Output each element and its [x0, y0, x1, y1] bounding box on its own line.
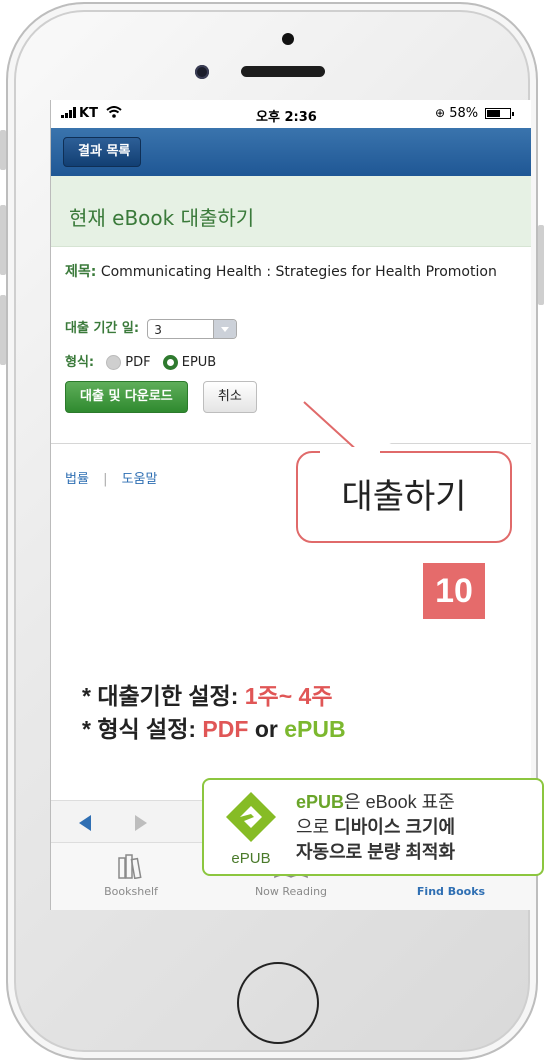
callout-tail-mask — [320, 447, 380, 455]
front-camera-icon — [195, 65, 209, 79]
tab-now-reading-label: Now Reading — [254, 885, 328, 898]
epub-line-3: 자동으로 분량 최적화 — [296, 842, 456, 862]
checkout-download-button[interactable]: 대출 및 다운로드 — [65, 381, 188, 413]
back-button-label: 결과 목록 — [78, 144, 131, 159]
loan-period-select[interactable]: 3 — [147, 318, 238, 339]
home-button[interactable] — [237, 962, 319, 1044]
battery-percent: 58% — [449, 106, 479, 121]
epub-logo-text: ePUB — [231, 850, 271, 867]
button-row: 대출 및 다운로드 취소 — [65, 381, 257, 413]
book-title-row: 제목: Communicating Health : Strategies fo… — [65, 261, 505, 283]
checkout-callout: 대출하기 — [296, 451, 512, 543]
tab-find-books-label: Find Books — [416, 885, 486, 898]
note-format-pdf: PDF — [202, 716, 249, 742]
carrier: KT — [61, 106, 123, 121]
format-label: 형식: — [65, 355, 95, 370]
mute-switch — [0, 130, 6, 170]
back-arrow-icon[interactable] — [79, 815, 91, 831]
title-label: 제목: — [65, 264, 97, 280]
cancel-button[interactable]: 취소 — [202, 381, 257, 413]
loan-period-value: 3 — [154, 322, 162, 337]
power-button — [538, 225, 544, 305]
epub-line-1-rest: 은 eBook 표준 — [344, 792, 455, 812]
checkout-form: 제목: Communicating Health : Strategies fo… — [51, 247, 531, 413]
radio-pdf[interactable] — [106, 355, 122, 370]
epub-info-box: ePUB ePUB은 eBook 표준 으로 디바이스 크기에 자동으로 분량 … — [202, 778, 544, 876]
volume-down-button — [0, 295, 6, 365]
page-header: 현재 eBook 대출하기 — [51, 176, 531, 247]
step-number-badge: 10 — [423, 563, 485, 619]
radio-epub-label: EPUB — [181, 355, 217, 370]
battery-icon — [485, 108, 515, 119]
back-button[interactable]: 결과 목록 — [63, 137, 142, 167]
wifi-icon — [106, 106, 123, 118]
footer-links: 법률 | 도움말 — [65, 468, 157, 487]
nav-bar: 결과 목록 — [51, 128, 531, 176]
note-format-label: * 형식 설정: — [82, 716, 197, 742]
book-title: Communicating Health : Strategies for He… — [100, 264, 497, 280]
help-link[interactable]: 도움말 — [122, 472, 158, 487]
earpiece-speaker — [241, 66, 325, 77]
note-format: * 형식 설정: PDF or ePUB — [82, 710, 346, 744]
epub-line-1: ePUB은 eBook 표준 — [296, 790, 542, 815]
clock: 오후 2:36 — [256, 110, 317, 125]
format-row: 형식: PDF EPUB — [65, 351, 216, 370]
forward-arrow-icon[interactable] — [135, 815, 147, 831]
volume-up-button — [0, 205, 6, 275]
epub-logo-icon — [226, 792, 276, 842]
chevron-down-icon — [213, 319, 237, 338]
loan-period-label: 대출 기간 일: — [65, 321, 140, 336]
note-format-or: or — [254, 716, 278, 742]
note-format-epub: ePUB — [284, 716, 346, 742]
epub-logo: ePUB — [214, 788, 288, 872]
note-loan-period-value: 1주~ 4주 — [244, 683, 333, 709]
legal-link[interactable]: 법률 — [65, 472, 89, 487]
rotation-lock-icon: ⊕ — [435, 106, 446, 120]
carrier-name: KT — [79, 106, 98, 121]
epub-line-1-bold: ePUB — [296, 792, 345, 812]
status-bar: KT 오후 2:36 ⊕ 58% — [51, 100, 531, 128]
epub-line-2: 으로 디바이스 크기에 — [296, 815, 542, 840]
epub-line-2-bold: 디바이스 크기에 — [334, 817, 456, 837]
radio-pdf-label: PDF — [125, 355, 151, 370]
epub-description: ePUB은 eBook 표준 으로 디바이스 크기에 자동으로 분량 최적화 — [296, 790, 542, 865]
proximity-sensor — [282, 33, 294, 45]
note-loan-period-label: * 대출기한 설정: — [82, 683, 239, 709]
bookshelf-icon — [118, 854, 142, 879]
signal-icon — [61, 107, 76, 118]
note-loan-period: * 대출기한 설정: 1주~ 4주 — [82, 677, 332, 711]
radio-epub[interactable] — [162, 355, 178, 370]
section-divider — [51, 443, 531, 444]
battery-status: ⊕ 58% — [435, 106, 515, 121]
epub-line-2-plain: 으로 — [296, 817, 330, 837]
tab-bookshelf[interactable]: Bookshelf — [51, 843, 211, 910]
link-separator: | — [103, 472, 108, 487]
page-title: 현재 eBook 대출하기 — [69, 206, 255, 230]
loan-period-row: 대출 기간 일: 3 — [65, 317, 238, 339]
tab-bookshelf-label: Bookshelf — [104, 885, 158, 898]
